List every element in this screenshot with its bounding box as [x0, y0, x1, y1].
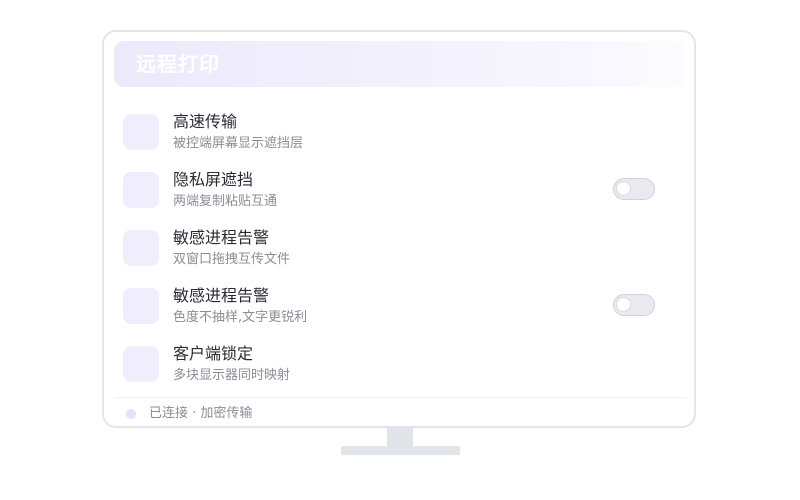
setting-title: 高速传输: [173, 112, 238, 131]
setting-subtitle: 两端复制粘贴互通: [173, 194, 278, 209]
privacy-screen-toggle[interactable]: [613, 178, 655, 200]
monitor-stand-base: [341, 446, 460, 455]
toggle-knob: [616, 297, 631, 312]
setting-title: 隐私屏遮挡: [173, 170, 254, 189]
setting-title: 客户端锁定: [173, 344, 254, 363]
feature-icon: [123, 114, 159, 150]
divider: [116, 397, 686, 398]
setting-row-client-lock: 客户端锁定 多块显示器同时映射: [104, 338, 694, 396]
sensitive-process-alert-toggle[interactable]: [613, 294, 655, 316]
feature-icon: [123, 346, 159, 382]
status-dot-icon: [126, 409, 136, 419]
setting-subtitle: 色度不抽样,文字更锐利: [173, 310, 308, 325]
setting-row-sensitive-process-alert-2: 敏感进程告警 色度不抽样,文字更锐利: [104, 280, 694, 338]
setting-title: 敏感进程告警: [173, 228, 270, 247]
screen: 远程打印 高速传输 被控端屏幕显示遮挡层 隐私屏遮挡 两端复制粘贴互通 敏感进程…: [0, 0, 800, 500]
setting-subtitle: 多块显示器同时映射: [173, 368, 291, 383]
status-text: 已连接 · 加密传输: [149, 406, 253, 421]
header-title: 远程打印: [136, 52, 220, 76]
monitor-frame: 远程打印 高速传输 被控端屏幕显示遮挡层 隐私屏遮挡 两端复制粘贴互通 敏感进程…: [102, 30, 696, 428]
setting-row-sensitive-process-alert: 敏感进程告警 双窗口拖拽互传文件: [104, 222, 694, 280]
setting-title: 敏感进程告警: [173, 286, 270, 305]
setting-subtitle: 双窗口拖拽互传文件: [173, 252, 291, 267]
feature-icon: [123, 230, 159, 266]
setting-row-high-speed-transfer: 高速传输 被控端屏幕显示遮挡层: [104, 106, 694, 164]
header-bar: 远程打印: [114, 41, 684, 87]
setting-row-privacy-screen: 隐私屏遮挡 两端复制粘贴互通: [104, 164, 694, 222]
toggle-knob: [616, 181, 631, 196]
setting-subtitle: 被控端屏幕显示遮挡层: [173, 136, 304, 151]
monitor-stand-neck: [387, 428, 413, 446]
feature-icon: [123, 172, 159, 208]
feature-icon: [123, 288, 159, 324]
